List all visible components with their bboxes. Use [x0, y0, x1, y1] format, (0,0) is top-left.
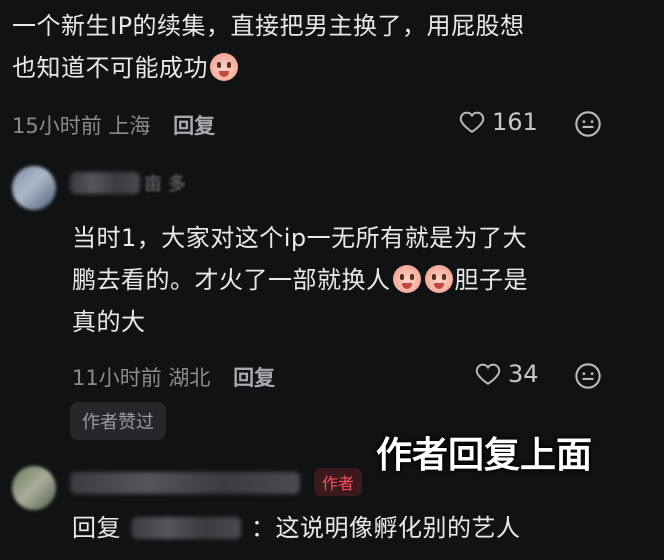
comment-3-body: ：这说明像孵化别的艺人 — [251, 514, 521, 542]
crying-face-emoji-icon — [392, 265, 421, 293]
comment-2-like-button[interactable]: 34 — [474, 360, 539, 388]
username-blurred[interactable] — [70, 472, 300, 494]
overlay-caption: 作者回复上面 — [376, 435, 593, 476]
comment-1-text-line-2-content: 也知道不可能成功 — [12, 54, 208, 82]
comment-1-meta: 15小时前 上海 回复 — [12, 110, 215, 140]
comment-2-text-line-2a: 鹏去看的。才火了一部就换人 — [72, 266, 391, 294]
comment-1-text-line-2: 也知道不可能成功 — [12, 48, 240, 88]
crying-face-emoji-icon — [210, 53, 238, 81]
comment-2-text-line-2: 鹏去看的。才火了一部就换人 胆子是 — [72, 260, 528, 300]
comment-2-text-line-2b: 胆子是 — [454, 266, 528, 294]
comment-3-text: 回复 ：这说明像孵化别的艺人 — [72, 508, 521, 548]
crying-face-emoji-icon — [424, 265, 453, 293]
comment-2-like-count: 34 — [508, 360, 539, 388]
smile-face-icon — [575, 363, 601, 389]
mentioned-username-blurred[interactable] — [131, 517, 241, 539]
avatar[interactable] — [12, 166, 56, 210]
username-blurred[interactable] — [70, 172, 140, 194]
heart-outline-icon — [459, 111, 485, 133]
comment-1-reply-button[interactable]: 回复 — [173, 114, 215, 138]
author-liked-badge: 作者赞过 — [70, 402, 166, 440]
smile-face-icon — [575, 111, 601, 137]
comment-2-text-line-1: 当时1，大家对这个ip一无所有就是为了大 — [72, 224, 528, 252]
avatar[interactable] — [12, 466, 56, 510]
comment-2-username[interactable]: 亩 多 — [144, 170, 186, 196]
comment-1-emote-button[interactable] — [574, 110, 602, 142]
comment-1-like-button[interactable]: 161 — [458, 108, 538, 136]
comment-2-reply-button[interactable]: 回复 — [233, 366, 275, 390]
author-tag: 作者 — [314, 468, 363, 496]
comment-1-like-count: 161 — [492, 108, 538, 136]
comment-1-time-location: 15小时前 上海 — [12, 114, 151, 138]
comment-2-meta: 11小时前 湖北 回复 — [72, 362, 275, 392]
comment-2-emote-button[interactable] — [574, 362, 602, 394]
heart-outline-icon — [475, 363, 501, 385]
comment-1-text-line-1: 一个新生IP的续集，直接把男主换了，用屁股想 — [12, 12, 525, 40]
comment-2-text-line-3: 真的大 — [72, 308, 146, 336]
comment-3-reply-prefix: 回复 — [72, 514, 121, 542]
comment-2-time-location: 11小时前 湖北 — [72, 366, 211, 390]
